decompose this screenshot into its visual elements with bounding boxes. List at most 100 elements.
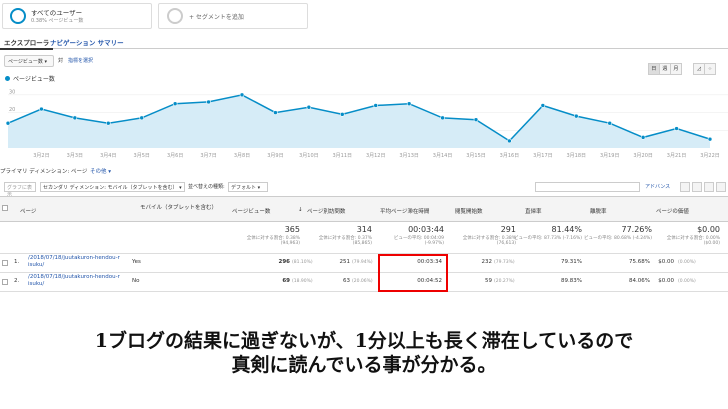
row-page-link[interactable]: /2018/07/18/juutakuron-hendou-risuku/ — [28, 274, 120, 288]
highlight-box — [378, 254, 448, 292]
dimension-bar: プライマリ ディメンション: ページ その他 ▾ — [0, 165, 728, 177]
x-tick-label: 3月11日 — [333, 153, 353, 159]
row-value-pct: (0.00%) — [678, 279, 696, 284]
x-tick-label: 3月9日 — [267, 153, 283, 159]
total-bounce: 81.44% — [551, 225, 582, 234]
total-avg-time: 00:03:44 — [408, 225, 444, 234]
x-tick-label: 3月6日 — [167, 153, 183, 159]
data-point — [440, 115, 445, 121]
col-avg-time[interactable]: 平均ページ滞在時間 — [380, 207, 429, 215]
data-point — [72, 115, 78, 121]
row-entrances: 59 — [485, 278, 492, 284]
period-buttons: 日週月 ◿ ⁘ — [647, 55, 716, 75]
x-tick-label: 3月2日 — [33, 153, 49, 159]
select-all-checkbox[interactable] — [2, 205, 8, 211]
add-segment-circle-icon — [167, 8, 183, 24]
segment-all-users[interactable]: すべてのユーザー 0.38% ページビュー数 — [2, 3, 152, 29]
col-bounce-rate[interactable]: 直帰率 — [525, 207, 542, 215]
select-metric-link[interactable]: 指標を選択 — [68, 57, 93, 64]
data-point — [473, 117, 479, 122]
row-bounce: 79.31% — [561, 259, 582, 265]
row-unique-pct: (20.06%) — [352, 279, 373, 284]
row-entrances-pct: (20.27%) — [494, 279, 515, 284]
data-point — [640, 135, 646, 140]
data-point — [206, 99, 211, 105]
row-page-link[interactable]: /2018/07/18/juutakuron-hendou-risuku/ — [28, 255, 120, 269]
table-search-input[interactable] — [535, 182, 640, 192]
add-segment-label: + セグメントを追加 — [189, 14, 244, 21]
pie-view-icon[interactable] — [692, 182, 702, 192]
total-value-sub: 全体に対する割合: 0.00% ($0.00) — [666, 236, 720, 246]
total-bounce-sub: ビューの平均: 87.73% (-7.16%) — [514, 236, 582, 241]
tab-navigation-summary[interactable]: ナビゲーション サマリー — [46, 36, 128, 48]
row-value: $0.00 — [658, 259, 674, 265]
row-checkbox[interactable] — [2, 279, 8, 285]
secondary-dimension-label: セカンダリ ディメンション: モバイル（タブレットを含む） — [43, 185, 178, 191]
x-tick-label: 3月8日 — [234, 153, 250, 159]
y-tick-label: 20 — [9, 107, 15, 113]
x-tick-label: 3月14日 — [433, 153, 453, 159]
total-entrances-sub: 全体に対する割合: 0.38% (76,613) — [462, 236, 516, 246]
row-mobile: No — [132, 278, 140, 284]
total-value: $0.00 — [697, 225, 720, 234]
row-pageviews: 69 — [282, 278, 290, 284]
data-point — [406, 101, 412, 107]
period-month-button[interactable]: 月 — [669, 63, 682, 75]
col-mobile[interactable]: モバイル（タブレットを含む） — [140, 203, 217, 211]
total-exit: 77.26% — [621, 225, 652, 234]
row-unique: 63 — [343, 278, 350, 284]
col-page[interactable]: ページ — [20, 207, 36, 215]
pivot-view-icon[interactable] — [716, 182, 726, 192]
add-segment-button[interactable]: + セグメントを追加 — [158, 3, 308, 29]
segment-bar: すべてのユーザー 0.38% ページビュー数 + セグメントを追加 — [0, 0, 728, 32]
x-tick-label: 3月4日 — [100, 153, 116, 159]
row-checkbox[interactable] — [2, 260, 8, 266]
row-entrances: 232 — [481, 259, 493, 265]
totals-row: 365 全体に対する割合: 0.38% (94,963) 314 全体に対する割… — [0, 222, 728, 254]
sort-type-value: デフォルト — [231, 185, 257, 191]
x-tick-label: 3月18日 — [567, 153, 587, 159]
row-exit: 84.06% — [629, 278, 650, 284]
total-unique: 314 — [356, 225, 372, 234]
legend-dot-icon — [5, 76, 10, 81]
y-tick-label: 30 — [9, 89, 15, 95]
data-point — [373, 103, 379, 108]
col-exit-rate[interactable]: 離脱率 — [590, 207, 607, 215]
row-value: $0.00 — [658, 278, 674, 284]
advanced-filter-link[interactable]: アドバンス — [645, 183, 670, 190]
data-point — [573, 113, 579, 119]
x-tick-label: 3月22日 — [700, 153, 720, 159]
primary-dimension-label: プライマリ ディメンション: ページ — [0, 169, 88, 175]
x-tick-label: 3月17日 — [533, 153, 553, 159]
metric-select[interactable]: ページビュー数 ▾ — [4, 55, 54, 67]
row-unique: 251 — [339, 259, 351, 265]
sort-type-select[interactable]: デフォルト ▾ — [228, 182, 268, 192]
caption-line-1: 1ブログの結果に過ぎないが、1分以上も長く滞在しているので — [94, 330, 634, 352]
secondary-dimension-select[interactable]: セカンダリ ディメンション: モバイル（タブレットを含む） ▾ — [40, 182, 185, 192]
row-index: 1. — [14, 259, 20, 265]
x-tick-label: 3月20日 — [633, 153, 653, 159]
x-tick-label: 3月16日 — [500, 153, 520, 159]
primary-dimension-other[interactable]: その他 ▾ — [90, 167, 111, 175]
total-avg-time-sub: ビューの平均: 00:04:09 (-9.97%) — [393, 236, 444, 246]
plot-rows-button[interactable]: グラフに表示 — [4, 182, 36, 198]
data-point — [172, 101, 178, 107]
data-point — [339, 112, 345, 117]
col-page-value[interactable]: ページの価値 — [656, 207, 689, 215]
motion-chart-icon[interactable]: ⁘ — [704, 63, 716, 75]
table-view-icon[interactable] — [680, 182, 690, 192]
row-bounce: 89.83% — [561, 278, 582, 284]
data-point — [507, 138, 512, 144]
table-header: ページ モバイル（タブレットを含む） ページビュー数 ↓ ページ別訪問数 平均ペ… — [0, 196, 728, 222]
col-entrances[interactable]: 閲覧開始数 — [455, 207, 483, 215]
data-point — [306, 104, 312, 110]
col-pageviews[interactable]: ページビュー数 — [232, 207, 270, 215]
row-unique-pct: (79.94%) — [352, 260, 373, 265]
data-point — [273, 110, 278, 115]
x-tick-label: 3月10日 — [299, 153, 319, 159]
performance-view-icon[interactable] — [704, 182, 714, 192]
total-unique-sub: 全体に対する割合: 0.37% (85,865) — [318, 236, 372, 246]
pageview-chart: 302010 3月2日3月3日3月4日3月5日3月6日3月7日3月8日3月9日3… — [5, 89, 728, 159]
col-unique-pageviews[interactable]: ページ別訪問数 — [307, 207, 345, 215]
x-tick-label: 3月3日 — [67, 153, 83, 159]
